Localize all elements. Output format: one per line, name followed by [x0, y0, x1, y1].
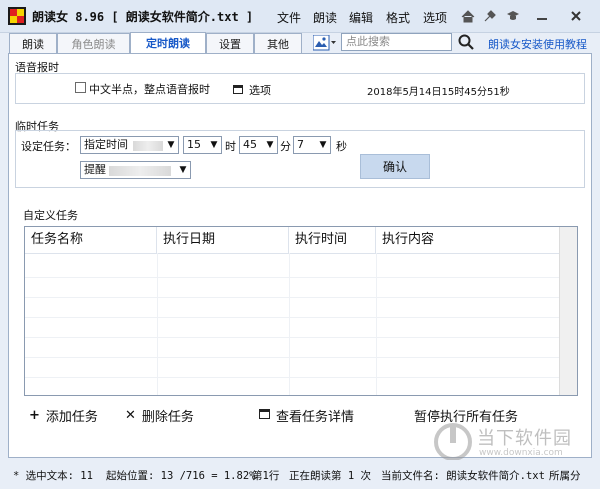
- status-reading: 正在朗读第 1 次: [289, 470, 371, 482]
- chevron-down-icon: ▼: [210, 140, 218, 150]
- tab-role-read[interactable]: 角色朗读: [57, 33, 130, 53]
- half-hour-checkbox[interactable]: [75, 82, 86, 93]
- status-tail: 所属分: [549, 470, 581, 482]
- watermark-url: www.downxia.com: [479, 448, 563, 458]
- image-icon[interactable]: [313, 34, 337, 51]
- chevron-down-icon: ▼: [266, 140, 274, 150]
- column-header-time[interactable]: 执行时间: [289, 227, 376, 253]
- custom-task-title: 自定义任务: [23, 209, 78, 222]
- task-mode-value: 指定时间: [84, 138, 128, 151]
- watermark-brand: 当下软件园: [477, 428, 572, 449]
- menu-read[interactable]: 朗读: [313, 9, 337, 26]
- blurred-text: [133, 141, 163, 151]
- column-header-name[interactable]: 任务名称: [25, 227, 157, 253]
- status-start-position: 起始位置: 13 /716 = 1.82%: [106, 470, 256, 482]
- tab-other[interactable]: 其他: [254, 33, 302, 53]
- grid-line: [25, 253, 561, 254]
- second-unit: 秒: [336, 140, 347, 153]
- minute-select[interactable]: 45 ▼: [239, 136, 278, 154]
- plus-icon: +: [29, 408, 40, 423]
- grid-line: [25, 357, 561, 358]
- voice-options-button[interactable]: 选项: [249, 82, 271, 98]
- grid-line: [25, 337, 561, 338]
- menu-options[interactable]: 选项: [423, 9, 447, 26]
- column-header-date[interactable]: 执行日期: [157, 227, 289, 253]
- vertical-scrollbar[interactable]: [559, 227, 577, 395]
- cap-icon[interactable]: [503, 6, 523, 26]
- watermark-logo-icon: [434, 423, 472, 461]
- add-task-button[interactable]: + 添加任务: [29, 406, 98, 425]
- current-datetime: 2018年5月14日15时45分51秒: [367, 87, 510, 98]
- x-icon: ✕: [125, 408, 136, 423]
- menu-file[interactable]: 文件: [277, 9, 301, 26]
- confirm-button[interactable]: 确认: [360, 154, 430, 179]
- close-icon[interactable]: [566, 6, 586, 26]
- chevron-down-icon: ▼: [167, 140, 175, 150]
- grid-line: [25, 377, 561, 378]
- pin-icon[interactable]: [480, 6, 500, 26]
- task-table: 任务名称 执行日期 执行时间 执行内容: [24, 226, 578, 396]
- window-icon[interactable]: [233, 84, 243, 94]
- window-title: 朗读女 8.96 [ 朗读女软件简介.txt ]: [32, 10, 254, 24]
- second-value: 7: [297, 138, 304, 151]
- status-selected: * 选中文本: 11: [13, 470, 93, 482]
- window-icon: [259, 408, 270, 423]
- menu-edit[interactable]: 编辑: [349, 9, 373, 26]
- tab-read[interactable]: 朗读: [9, 33, 57, 53]
- grid-line: [25, 277, 561, 278]
- grid-line: [289, 253, 290, 395]
- set-task-label: 设定任务：: [21, 140, 76, 153]
- task-action-select[interactable]: 提醒 ▼: [80, 161, 191, 179]
- minute-value: 45: [243, 138, 257, 151]
- task-mode-select[interactable]: 指定时间 ▼: [80, 136, 179, 154]
- status-line: 第1行: [252, 470, 280, 482]
- grid-line: [25, 317, 561, 318]
- minimize-icon[interactable]: [532, 6, 552, 26]
- column-header-content[interactable]: 执行内容: [376, 227, 561, 253]
- tab-timed-read[interactable]: 定时朗读: [130, 32, 206, 53]
- delete-task-label: 删除任务: [141, 410, 194, 425]
- search-icon[interactable]: [458, 34, 476, 52]
- add-task-label: 添加任务: [45, 410, 98, 425]
- app-logo-icon: [8, 7, 26, 25]
- menu-format[interactable]: 格式: [386, 9, 410, 26]
- half-hour-label: 中文半点，整点语音报时: [89, 83, 210, 96]
- task-action-value: 提醒: [84, 163, 106, 176]
- home-icon[interactable]: [458, 6, 478, 26]
- grid-line: [376, 253, 377, 395]
- timed-read-panel: 语音报时 中文半点，整点语音报时 选项 2018年5月14日15时45分51秒 …: [8, 53, 592, 458]
- delete-task-button[interactable]: ✕ 删除任务: [125, 406, 194, 425]
- grid-line: [25, 297, 561, 298]
- blurred-text: [109, 166, 171, 176]
- chevron-down-icon: ▼: [319, 140, 327, 150]
- status-file: 当前文件名: 朗读女软件简介.txt: [381, 470, 545, 482]
- hour-unit: 时: [225, 140, 236, 153]
- grid-line: [157, 253, 158, 395]
- hour-value: 15: [187, 138, 201, 151]
- task-details-label: 查看任务详情: [276, 410, 355, 425]
- tab-settings[interactable]: 设置: [206, 33, 254, 53]
- task-details-button[interactable]: 查看任务详情: [259, 406, 354, 425]
- title-bar: 朗读女 8.96 [ 朗读女软件简介.txt ] 文件 朗读 编辑 格式 选项: [0, 0, 600, 33]
- second-select[interactable]: 7 ▼: [293, 136, 331, 154]
- search-input[interactable]: 点此搜索: [341, 33, 452, 51]
- help-link[interactable]: 朗读女安装使用教程: [488, 36, 587, 52]
- minute-unit: 分: [280, 140, 291, 153]
- chevron-down-icon: ▼: [179, 165, 187, 175]
- hour-select[interactable]: 15 ▼: [183, 136, 222, 154]
- status-bar: * 选中文本: 11 起始位置: 13 /716 = 1.82% 第1行 正在朗…: [0, 460, 600, 489]
